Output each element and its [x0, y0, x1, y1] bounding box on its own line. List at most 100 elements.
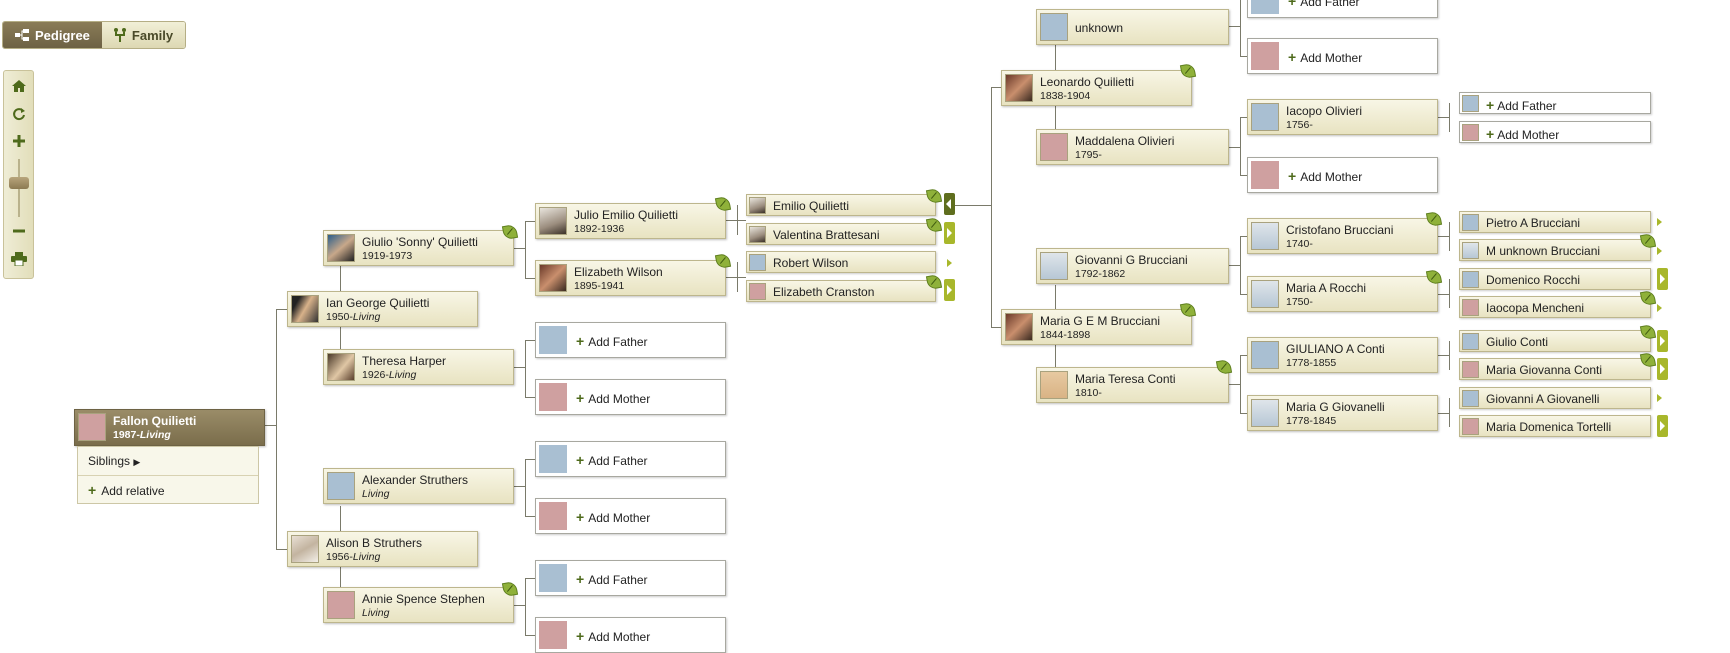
expand-triangle-icon[interactable]: [1657, 394, 1662, 402]
person-name: Giulio Conti: [1486, 335, 1549, 349]
zoom-panel: [3, 70, 34, 279]
expand-triangle-icon[interactable]: [1657, 304, 1662, 312]
person-card-theresa[interactable]: Theresa Harper 1926-Living: [323, 349, 514, 385]
female-silhouette-icon: [1251, 42, 1279, 70]
person-card-mariateresa[interactable]: Maria Teresa Conti 1810-: [1036, 367, 1229, 403]
expand-triangle-icon[interactable]: [1657, 218, 1662, 226]
add-father-slot[interactable]: + Add Father: [535, 322, 726, 358]
expand-arrow-button[interactable]: [944, 222, 955, 244]
person-card-mariadt[interactable]: Maria Domenica Tortelli: [1459, 415, 1651, 437]
expand-arrow-button[interactable]: [1657, 268, 1668, 290]
person-dates: Living: [362, 607, 390, 619]
expand-arrow-button[interactable]: [1657, 358, 1668, 380]
person-dates: 1750-: [1286, 296, 1313, 308]
person-name: Iacopo Olivieri: [1286, 104, 1363, 118]
person-card-unknown[interactable]: unknown: [1036, 9, 1229, 45]
person-card-giovannia[interactable]: Giovanni A Giovanelli: [1459, 387, 1651, 409]
add-mother-slot[interactable]: + Add Mother: [1247, 157, 1438, 193]
person-name: Emilio Quilietti: [773, 199, 850, 213]
expand-arrow-button[interactable]: [1657, 415, 1668, 437]
person-card-emilio[interactable]: Emilio Quilietti: [746, 194, 936, 216]
expand-arrow-button[interactable]: [1657, 330, 1668, 352]
pedigree-icon: [15, 29, 29, 41]
person-card-mariaa[interactable]: Maria A Rocchi 1750-: [1247, 276, 1438, 312]
person-photo: [1005, 313, 1033, 341]
person-dates: 1795-: [1075, 149, 1102, 161]
person-name: Domenico Rocchi: [1486, 273, 1581, 287]
pedigree-view-button[interactable]: Pedigree: [3, 22, 102, 48]
person-card-giuliano[interactable]: GIULIANO A Conti 1778-1855: [1247, 337, 1438, 373]
person-card-maddalena[interactable]: Maddalena Olivieri 1795-: [1036, 129, 1229, 165]
person-dates: 1956-Living: [326, 551, 381, 563]
add-mother-slot[interactable]: + Add Mother: [535, 379, 726, 415]
person-card-mariagem[interactable]: Maria G E M Brucciani 1844-1898: [1001, 309, 1192, 345]
person-dates: 1844-1898: [1040, 329, 1091, 341]
connector: [525, 635, 535, 636]
connector: [525, 397, 535, 398]
add-father-slot[interactable]: + Add Father: [1459, 92, 1651, 114]
person-card-ecranston[interactable]: Elizabeth Cranston: [746, 280, 936, 302]
print-button[interactable]: [4, 248, 33, 270]
home-button[interactable]: [4, 75, 33, 97]
collapse-arrow-button[interactable]: [944, 193, 955, 215]
connector: [276, 309, 277, 549]
expand-arrow-button[interactable]: [944, 279, 955, 301]
female-silhouette-icon: [1462, 418, 1479, 435]
plus-icon: +: [1288, 0, 1297, 9]
person-card-valentina[interactable]: Valentina Brattesani: [746, 223, 936, 245]
plus-icon: +: [576, 452, 585, 468]
view-toggle: Pedigree Family: [2, 21, 187, 49]
family-view-label: Family: [131, 27, 174, 43]
person-card-domenico[interactable]: Domenico Rocchi: [1459, 268, 1651, 290]
male-silhouette-icon: [1462, 390, 1479, 407]
person-name: Maria Giovanna Conti: [1486, 363, 1603, 377]
person-card-pietro[interactable]: Pietro A Brucciani: [1459, 211, 1651, 233]
family-view-button[interactable]: Family: [101, 22, 186, 48]
person-card-iacopo[interactable]: Iacopo Olivieri 1756-: [1247, 99, 1438, 135]
root-person-card[interactable]: Fallon Quilietti 1987-Living: [74, 409, 265, 446]
person-card-robert[interactable]: Robert Wilson: [746, 251, 936, 273]
add-father-slot[interactable]: + Add Father: [535, 441, 726, 477]
person-card-iaocopa[interactable]: Iaocopa Mencheni: [1459, 296, 1651, 318]
person-card-giulioc[interactable]: Giulio Conti: [1459, 330, 1651, 352]
connector: [525, 340, 526, 397]
person-name: Theresa Harper: [362, 354, 447, 368]
connector: [1449, 103, 1450, 132]
person-card-leonardo[interactable]: Leonardo Quilietti 1838-1904: [1001, 70, 1192, 106]
person-card-julio[interactable]: Julio Emilio Quilietti 1892-1936: [535, 203, 726, 239]
add-father-slot[interactable]: + Add Father: [535, 560, 726, 596]
person-dates: 1838-1904: [1040, 90, 1091, 102]
person-name: Pietro A Brucciani: [1486, 216, 1581, 230]
female-silhouette-icon: [749, 283, 766, 300]
zoom-slider-handle[interactable]: [9, 177, 29, 190]
add-mother-slot[interactable]: + Add Mother: [1459, 121, 1651, 143]
person-card-alexander[interactable]: Alexander Struthers Living: [323, 468, 514, 504]
refresh-button[interactable]: [4, 103, 33, 125]
zoom-out-button[interactable]: [4, 220, 33, 242]
add-mother-slot[interactable]: + Add Mother: [535, 617, 726, 653]
person-card-annie[interactable]: Annie Spence Stephen Living: [323, 587, 514, 623]
siblings-menu-item[interactable]: Siblings ▶: [88, 454, 140, 468]
person-card-mariag[interactable]: Maria G Giovanelli 1778-1845: [1247, 395, 1438, 431]
add-relative-menu-item[interactable]: + Add relative: [88, 482, 165, 498]
male-silhouette-icon: [539, 564, 567, 592]
add-mother-slot[interactable]: + Add Mother: [535, 498, 726, 534]
person-card-giovannig[interactable]: Giovanni G Brucciani 1792-1862: [1036, 248, 1229, 284]
add-mother-slot[interactable]: + Add Mother: [1247, 38, 1438, 74]
expand-triangle-icon[interactable]: [947, 259, 952, 267]
person-name: Julio Emilio Quilietti: [574, 208, 679, 222]
zoom-out-icon: [12, 229, 25, 233]
zoom-in-button[interactable]: [4, 130, 33, 152]
person-card-ian[interactable]: Ian George Quilietti 1950-Living: [287, 291, 478, 327]
plus-icon: +: [576, 509, 585, 525]
person-card-elizabeth[interactable]: Elizabeth Wilson 1895-1941: [535, 260, 726, 296]
person-card-munknown[interactable]: M unknown Brucciani: [1459, 239, 1651, 261]
connector: [340, 506, 341, 531]
person-card-alison[interactable]: Alison B Struthers 1956-Living: [287, 531, 478, 567]
expand-triangle-icon[interactable]: [1657, 247, 1662, 255]
plus-icon: +: [1486, 97, 1495, 113]
person-card-giulio[interactable]: Giulio 'Sonny' Quilietti 1919-1973: [323, 230, 514, 266]
person-card-cristofano[interactable]: Cristofano Brucciani 1740-: [1247, 218, 1438, 254]
person-card-mariagc[interactable]: Maria Giovanna Conti: [1459, 358, 1651, 380]
add-father-slot[interactable]: + Add Father: [1247, 0, 1438, 18]
